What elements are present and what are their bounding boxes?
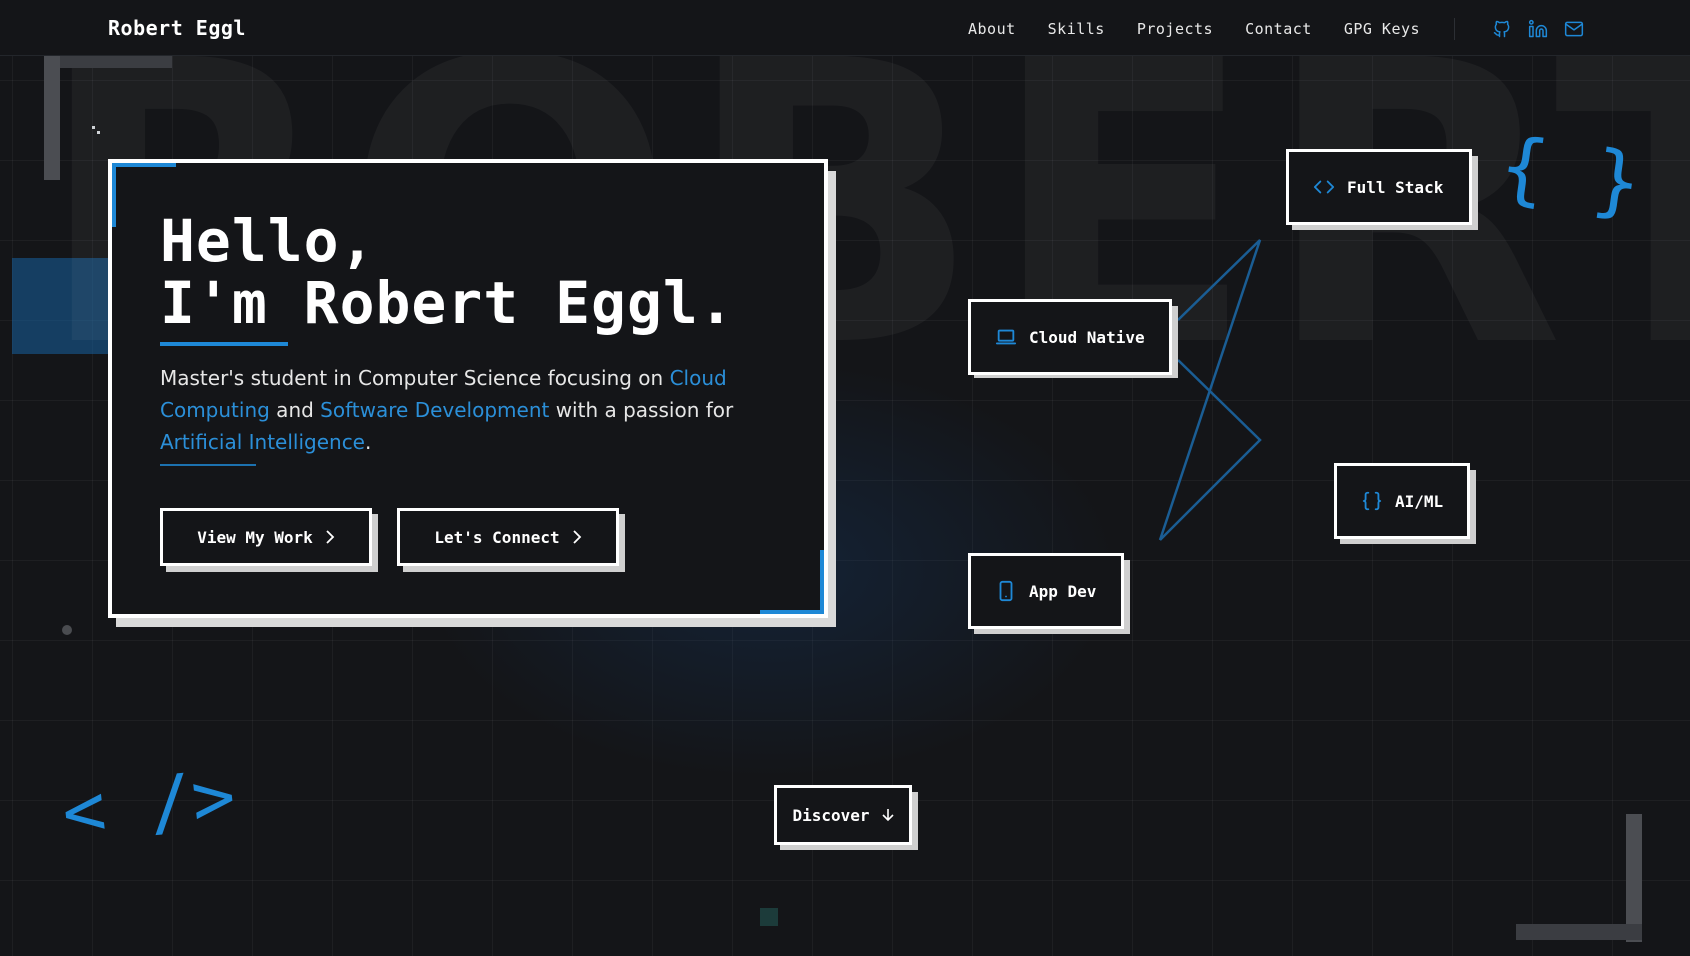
chevron-right-icon [326, 530, 335, 544]
title-underline [160, 342, 288, 346]
nav-link-skills[interactable]: Skills [1048, 20, 1105, 38]
tag-full-stack-label: Full Stack [1347, 177, 1444, 197]
page: ROBERT Robert Eggl About Skills Projects… [0, 0, 1690, 956]
hero-card-accent [112, 163, 176, 167]
view-work-label: View My Work [197, 527, 313, 547]
connector-lines [1158, 239, 1262, 541]
lets-connect-label: Let's Connect [434, 527, 560, 547]
description-underline [160, 464, 256, 466]
nav-divider [1454, 18, 1455, 40]
tag-cloud-native-label: Cloud Native [1029, 327, 1145, 347]
tag-ai-ml-label: AI/ML [1395, 491, 1444, 511]
desc-text: . [365, 430, 372, 454]
hero-card-accent [760, 610, 824, 614]
top-navigation: Robert Eggl About Skills Projects Contac… [0, 0, 1690, 56]
desc-text: Master's student in Computer Science foc… [160, 366, 670, 390]
decorative-braces: { } [1494, 120, 1647, 230]
decorative-code-tag: < /> [58, 753, 240, 855]
nav-links: About Skills Projects Contact GPG Keys [968, 20, 1452, 38]
corner-decoration-top-left-vertical [44, 56, 60, 180]
tag-full-stack: Full Stack [1286, 149, 1472, 225]
nav-link-about[interactable]: About [968, 20, 1016, 38]
tag-cloud-native: Cloud Native [968, 299, 1172, 375]
corner-decoration-bottom-right-vertical [1626, 814, 1642, 942]
corner-decoration-bottom-right [1516, 924, 1642, 940]
tag-app-dev-label: App Dev [1029, 581, 1097, 601]
hero-card-accent [112, 163, 116, 227]
discover-label: Discover [792, 805, 870, 825]
arrow-down-icon [881, 809, 894, 822]
site-logo[interactable]: Robert Eggl [108, 16, 246, 40]
decorative-dot [62, 625, 72, 635]
mail-icon[interactable] [1564, 19, 1584, 39]
view-work-button[interactable]: View My Work [160, 508, 372, 566]
nav-link-projects[interactable]: Projects [1137, 20, 1213, 38]
hero-card-accent [820, 550, 824, 614]
code-icon [1313, 180, 1335, 194]
smartphone-icon [999, 580, 1013, 602]
linkedin-icon[interactable] [1528, 19, 1548, 39]
decorative-dots [92, 126, 104, 138]
discover-button[interactable]: Discover [774, 785, 912, 845]
nav-link-gpg-keys[interactable]: GPG Keys [1344, 20, 1420, 38]
highlight-software-development: Software Development [320, 398, 550, 422]
tag-app-dev: App Dev [968, 553, 1124, 629]
lets-connect-button[interactable]: Let's Connect [397, 508, 619, 566]
hero-title-line-2: I'm Robert Eggl. [160, 269, 735, 337]
tag-ai-ml: AI/ML [1334, 463, 1470, 539]
highlight-artificial-intelligence: Artificial Intelligence [160, 430, 365, 454]
hero-title-line-1: Hello, [160, 207, 376, 275]
braces-icon [1362, 491, 1382, 511]
background-blue-band [12, 258, 116, 354]
hero-title: Hello, I'm Robert Eggl. [160, 210, 735, 334]
github-icon[interactable] [1492, 19, 1512, 39]
desc-text: and [269, 398, 321, 422]
nav-link-contact[interactable]: Contact [1245, 20, 1312, 38]
hero-description: Master's student in Computer Science foc… [160, 362, 740, 458]
chevron-right-icon [572, 530, 581, 544]
corner-decoration-top-left [44, 56, 172, 68]
laptop-icon [995, 329, 1017, 345]
desc-text: with a passion for [549, 398, 734, 422]
social-links [1492, 19, 1584, 39]
decorative-square [760, 908, 778, 926]
